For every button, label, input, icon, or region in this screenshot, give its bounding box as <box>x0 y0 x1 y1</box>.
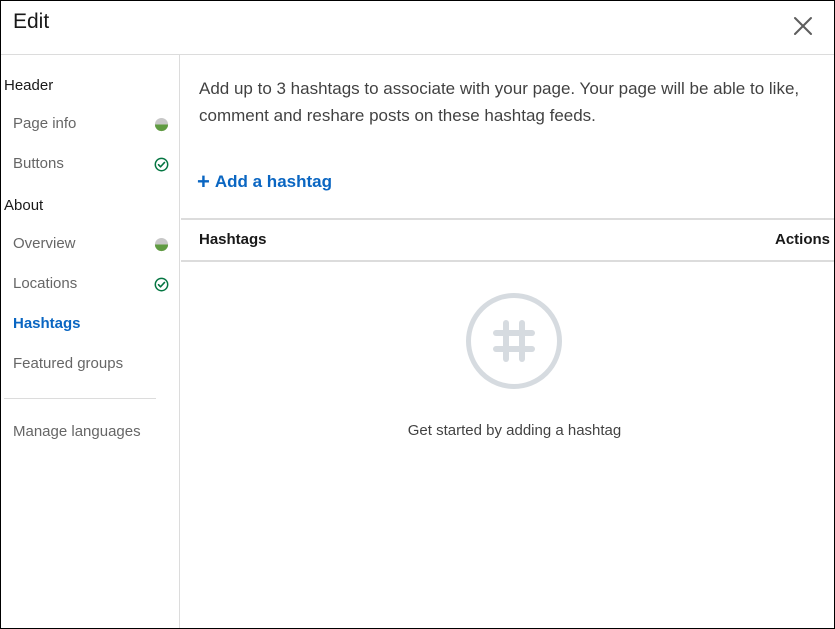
sidebar-item-hashtags[interactable]: Hashtags <box>1 307 179 343</box>
column-header-actions: Actions <box>774 231 830 248</box>
manage-languages-link[interactable]: Manage languages <box>1 415 179 451</box>
sidebar-item-label: Page info <box>13 115 77 132</box>
partial-status-icon <box>154 237 169 252</box>
sidebar-divider <box>4 398 156 399</box>
partial-status-icon <box>154 117 169 132</box>
sidebar-item-locations[interactable]: Locations <box>1 267 179 303</box>
edit-dialog: Edit Header Page info Buttons About Over… <box>0 0 835 629</box>
hashtag-icon <box>466 293 562 389</box>
dialog-title: Edit <box>13 10 50 33</box>
sidebar-item-overview[interactable]: Overview <box>1 227 179 263</box>
close-icon <box>794 17 812 35</box>
main-panel: Add up to 3 hashtags to associate with y… <box>181 55 834 628</box>
add-hashtag-button[interactable]: + Add a hashtag <box>197 169 332 195</box>
sidebar-item-label: Locations <box>13 275 78 292</box>
hashtags-description: Add up to 3 hashtags to associate with y… <box>199 79 800 125</box>
sidebar-item-page-info[interactable]: Page info <box>1 107 179 143</box>
empty-state-text: Get started by adding a hashtag <box>407 422 622 439</box>
sidebar-item-featured-groups[interactable]: Featured groups <box>1 347 179 383</box>
sidebar-item-label: Featured groups <box>13 355 124 372</box>
section-title-about: About <box>4 197 44 214</box>
check-circle-icon <box>154 277 169 292</box>
dialog-header: Edit <box>1 1 834 55</box>
manage-languages-label: Manage languages <box>13 423 141 440</box>
close-button[interactable] <box>787 10 819 42</box>
column-header-hashtags: Hashtags <box>199 231 267 248</box>
sidebar-item-buttons[interactable]: Buttons <box>1 147 179 183</box>
sidebar-nav: Header Page info Buttons About Overview <box>1 55 180 628</box>
section-title-header: Header <box>4 77 54 94</box>
hashtags-table-header: Hashtags Actions <box>181 218 834 262</box>
sidebar-item-label: Overview <box>13 235 76 252</box>
sidebar-item-label: Buttons <box>13 155 64 172</box>
add-hashtag-label: Add a hashtag <box>214 172 332 191</box>
check-circle-icon <box>154 157 169 172</box>
sidebar-item-label: Hashtags <box>13 315 81 332</box>
plus-icon: + <box>197 169 210 194</box>
